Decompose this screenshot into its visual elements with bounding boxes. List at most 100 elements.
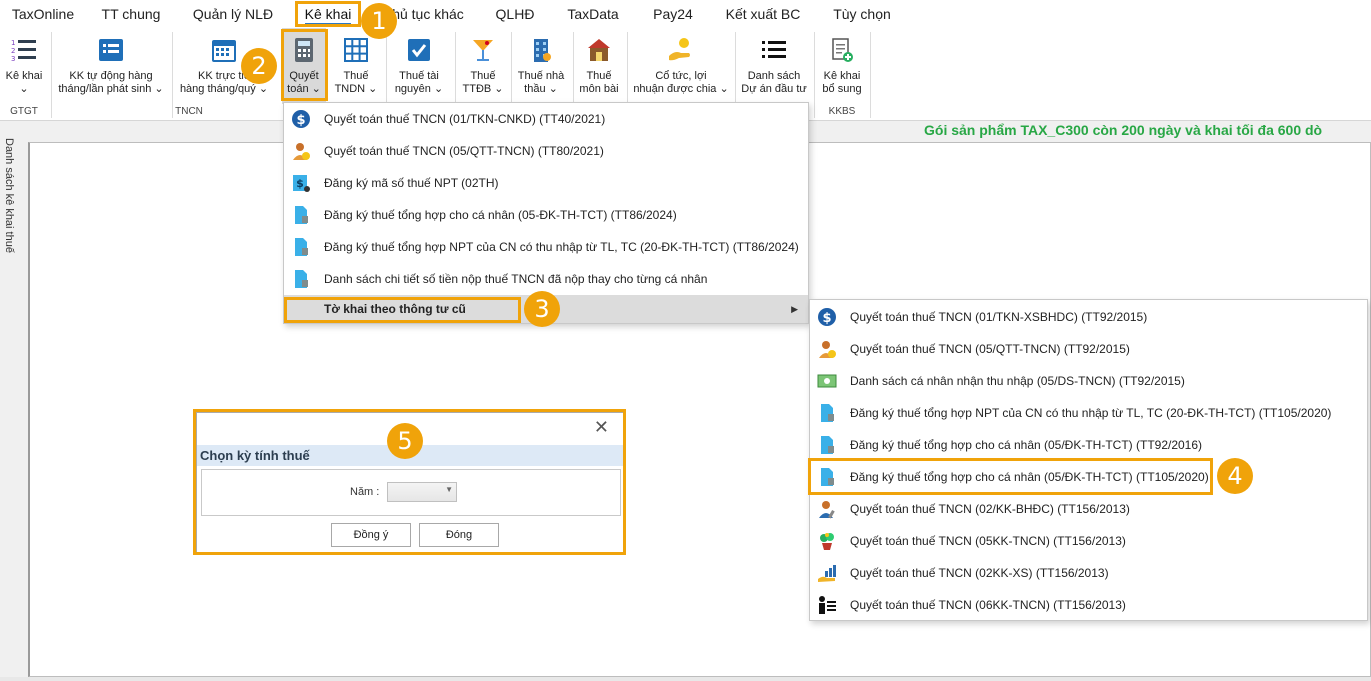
callout-legacy-forms (284, 297, 521, 323)
callout-ke-khai (295, 1, 361, 27)
thue-mon-bai-label-1: Thuế (586, 70, 612, 82)
thue-ttdb-label-2: TTĐB ⌄ (462, 83, 504, 95)
submenu-item-label: Quyết toán thuế TNCN (02/KK-BHĐC) (TT156… (850, 502, 1130, 516)
dropdown-item[interactable]: Quyết toán thuế TNCN (05/QTT-TNCN) (TT80… (284, 135, 808, 167)
submenu-item[interactable]: Quyết toán thuế TNCN (05/QTT-TNCN) (TT92… (810, 333, 1367, 365)
kk-tu-dong-label-2: tháng/lần phát sinh ⌄ (58, 83, 164, 95)
thue-mon-bai-button[interactable]: Thuế môn bài (576, 28, 622, 104)
submenu-item[interactable]: Quyết toán thuế TNCN (02/KK-BHĐC) (TT156… (810, 493, 1367, 525)
ribbon-separator (51, 32, 52, 118)
sidebar: Danh sách kê khai thuế (0, 122, 26, 681)
plant-pot-icon (820, 533, 834, 550)
grid-icon (344, 38, 368, 62)
thue-nha-thau-button[interactable]: Thuế nhà thầu ⌄ (514, 28, 568, 104)
document-icon (295, 206, 308, 224)
document-icon (295, 270, 308, 288)
submenu-item[interactable]: Quyết toán thuế TNCN (02KK-XS) (TT156/20… (810, 557, 1367, 589)
thue-tai-nguyen-label-1: Thuế tài (399, 70, 439, 82)
thue-ttdb-label-1: Thuế (470, 70, 496, 82)
cocktail-icon (473, 40, 493, 61)
submenu-item[interactable]: Đăng ký thuế tổng hợp cho cá nhân (05/ĐK… (810, 429, 1367, 461)
ribbon-separator (814, 32, 815, 118)
danh-sach-du-an-button[interactable]: Danh sách Dự án đầu tư (738, 28, 810, 104)
kk-tu-dong-button[interactable]: KK tự động hàng tháng/lần phát sinh ⌄ (54, 28, 168, 104)
menu-pay24[interactable]: Pay24 (646, 0, 700, 28)
dropdown-item[interactable]: $ Đăng ký mã số thuế NPT (02TH) (284, 167, 808, 199)
menu-qlhd[interactable]: QLHĐ (490, 0, 540, 28)
group-label-kkbs: KKBS (828, 106, 856, 117)
dropdown-item[interactable]: Đăng ký thuế tổng hợp cho cá nhân (05-ĐK… (284, 199, 808, 231)
svg-text:2: 2 (11, 47, 15, 55)
promo-banner: Gói sản phẩm TAX_C300 còn 200 ngày và kh… (924, 122, 1323, 138)
menu-tuy-chon[interactable]: Tùy chọn (828, 0, 896, 28)
dollar-circle-icon: $ (292, 110, 310, 128)
thue-mon-bai-label-2: môn bài (579, 83, 619, 95)
ke-khai-button[interactable]: 1 2 3 Kê khai ⌄ (0, 28, 48, 104)
dropdown-item[interactable]: $ Quyết toán thuế TNCN (01/TKN-CNKD) (TT… (284, 103, 808, 135)
menu-taxdata[interactable]: TaxData (560, 0, 626, 28)
calendar-icon (212, 40, 236, 62)
svg-text:$: $ (822, 311, 831, 326)
danh-sach-du-an-label-2: Dự án đầu tư (741, 83, 807, 95)
submenu-item-label: Quyết toán thuế TNCN (05/QTT-TNCN) (TT92… (850, 342, 1130, 356)
submenu-item-label: Quyết toán thuế TNCN (05KK-TNCN) (TT156/… (850, 534, 1126, 548)
list-icon (762, 41, 786, 58)
numbered-list-icon: 1 2 3 (11, 39, 36, 63)
person-coin-icon (293, 143, 310, 160)
sidebar-tab-danh-sach[interactable]: Danh sách kê khai thuế (3, 138, 15, 253)
dropdown-item-label: Đăng ký mã số thuế NPT (02TH) (324, 176, 499, 190)
document-icon (821, 436, 834, 454)
thue-nha-thau-label-1: Thuế nhà (517, 70, 565, 82)
step-badge-5: 5 (387, 423, 423, 459)
callout-quyet-toan (281, 29, 328, 101)
submenu-item[interactable]: Đăng ký thuế tổng hợp NPT của CN có thu … (810, 397, 1367, 429)
danh-sach-du-an-label-1: Danh sách (747, 70, 801, 82)
dollar-circle-icon: $ (818, 308, 836, 326)
submenu-item[interactable]: Quyết toán thuế TNCN (06KK-TNCN) (TT156/… (810, 589, 1367, 621)
building-icon (534, 39, 551, 62)
kk-truc-tiep-label-2: hàng tháng/quý ⌄ (179, 83, 269, 95)
submenu-item-label: Quyết toán thuế TNCN (06KK-TNCN) (TT156/… (850, 598, 1126, 612)
submenu-item-label: Danh sách cá nhân nhận thu nhập (05/DS-T… (850, 374, 1185, 388)
status-bar (0, 677, 1371, 681)
document-icon (821, 404, 834, 422)
thue-tai-nguyen-button[interactable]: Thuế tài nguyên ⌄ (390, 28, 448, 104)
ribbon-separator (870, 32, 871, 118)
thue-tndn-label-2: TNDN ⌄ (334, 83, 378, 95)
thue-nha-thau-label-2: thầu ⌄ (524, 83, 558, 95)
document-dollar-icon: $ (293, 175, 310, 192)
menu-ket-xuat-bc[interactable]: Kết xuất BC (720, 0, 806, 28)
shop-icon (588, 39, 610, 61)
dropdown-item[interactable]: Đăng ký thuế tổng hợp NPT của CN có thu … (284, 231, 808, 263)
step-badge-4: 4 (1217, 458, 1253, 494)
menu-tt-chung[interactable]: TT chung (96, 0, 166, 28)
menu-quan-ly-nld[interactable]: Quản lý NLĐ (188, 0, 278, 28)
svg-text:3: 3 (11, 55, 15, 63)
ke-khai-label-1: Kê khai (5, 70, 43, 82)
submenu-item[interactable]: $ Quyết toán thuế TNCN (01/TKN-XSBHDC) (… (810, 301, 1367, 333)
dropdown-item[interactable]: Danh sách chi tiết số tiền nộp thuế TNCN… (284, 263, 808, 295)
ke-khai-label-2: ⌄ (19, 83, 29, 95)
dropdown-item-label: Danh sách chi tiết số tiền nộp thuế TNCN… (324, 272, 708, 286)
submenu-item[interactable]: Quyết toán thuế TNCN (05KK-TNCN) (TT156/… (810, 525, 1367, 557)
submenu-item-label: Đăng ký thuế tổng hợp NPT của CN có thu … (850, 406, 1332, 420)
ke-khai-bo-sung-label-1: Kê khai (823, 70, 861, 82)
menu-bar: TaxOnline TT chung Quản lý NLĐ Kê khai h… (0, 0, 1371, 28)
dropdown-item-label: Đăng ký thuế tổng hợp cho cá nhân (05-ĐK… (324, 208, 677, 222)
dropdown-item-label: Quyết toán thuế TNCN (05/QTT-TNCN) (TT80… (324, 144, 604, 158)
co-tuc-label-1: Cổ tức, lợi (655, 70, 707, 82)
thue-tndn-button[interactable]: Thuế TNDN ⌄ (330, 28, 382, 104)
person-coin-icon (819, 341, 836, 358)
menu-taxonline[interactable]: TaxOnline (8, 0, 78, 28)
add-document-icon (832, 38, 853, 62)
submenu-item[interactable]: Danh sách cá nhân nhận thu nhập (05/DS-T… (810, 365, 1367, 397)
co-tuc-button[interactable]: Cổ tức, lợi nhuận được chia ⌄ (630, 28, 732, 104)
menu-thu-tuc-khac[interactable]: hủ tục khác (388, 0, 468, 28)
callout-target-form (808, 458, 1213, 495)
submenu-item-label: Quyết toán thuế TNCN (02KK-XS) (TT156/20… (850, 566, 1109, 580)
ke-khai-bo-sung-button[interactable]: Kê khai bổ sung (818, 28, 866, 104)
thue-ttdb-button[interactable]: Thuế TTĐB ⌄ (458, 28, 508, 104)
step-badge-3: 3 (524, 291, 560, 327)
dropdown-item-label: Quyết toán thuế TNCN (01/TKN-CNKD) (TT40… (324, 112, 606, 126)
money-bill-icon (817, 374, 837, 388)
